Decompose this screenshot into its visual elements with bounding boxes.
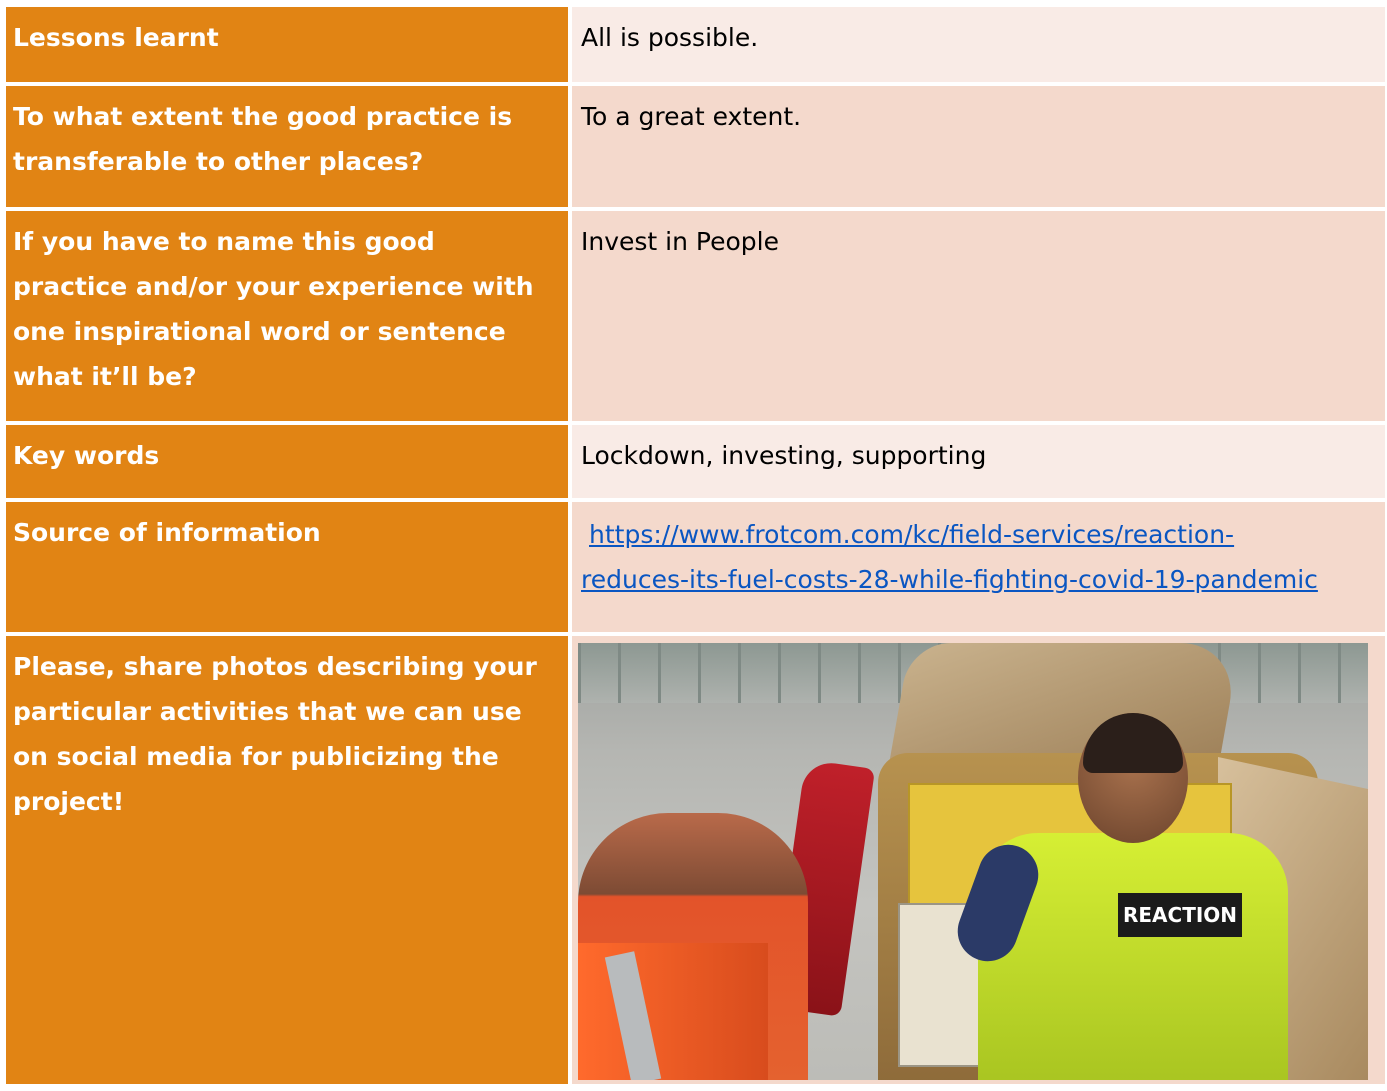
source-link-line2[interactable]: reduces-its-fuel-costs-28-while-fighting… [581, 565, 1318, 594]
table-row: If you have to name this good practice a… [6, 211, 1385, 421]
table-row: Key words Lockdown, investing, supportin… [6, 425, 1385, 498]
source-link-cell: https://www.frotcom.com/kc/field-service… [572, 502, 1385, 632]
source-link-line1[interactable]: https://www.frotcom.com/kc/field-service… [589, 520, 1234, 549]
reaction-badge: REACTION [1118, 893, 1242, 937]
good-practice-table: Lessons learnt All is possible. To what … [2, 3, 1387, 1088]
row-value: Invest in People [572, 211, 1385, 421]
row-label: Source of information [6, 502, 568, 632]
activity-photo: REACTION [578, 643, 1368, 1080]
row-label: Please, share photos describing your par… [6, 636, 568, 1084]
table-row: To what extent the good practice is tran… [6, 86, 1385, 207]
table-row: Please, share photos describing your par… [6, 636, 1385, 1084]
photo-cell: REACTION [572, 636, 1385, 1084]
row-value: To a great extent. [572, 86, 1385, 207]
table-row: Source of information https://www.frotco… [6, 502, 1385, 632]
row-value: All is possible. [572, 7, 1385, 82]
row-label: To what extent the good practice is tran… [6, 86, 568, 207]
row-label: Lessons learnt [6, 7, 568, 82]
table-row: Lessons learnt All is possible. [6, 7, 1385, 82]
row-label: If you have to name this good practice a… [6, 211, 568, 421]
row-value: Lockdown, investing, supporting [572, 425, 1385, 498]
row-label: Key words [6, 425, 568, 498]
